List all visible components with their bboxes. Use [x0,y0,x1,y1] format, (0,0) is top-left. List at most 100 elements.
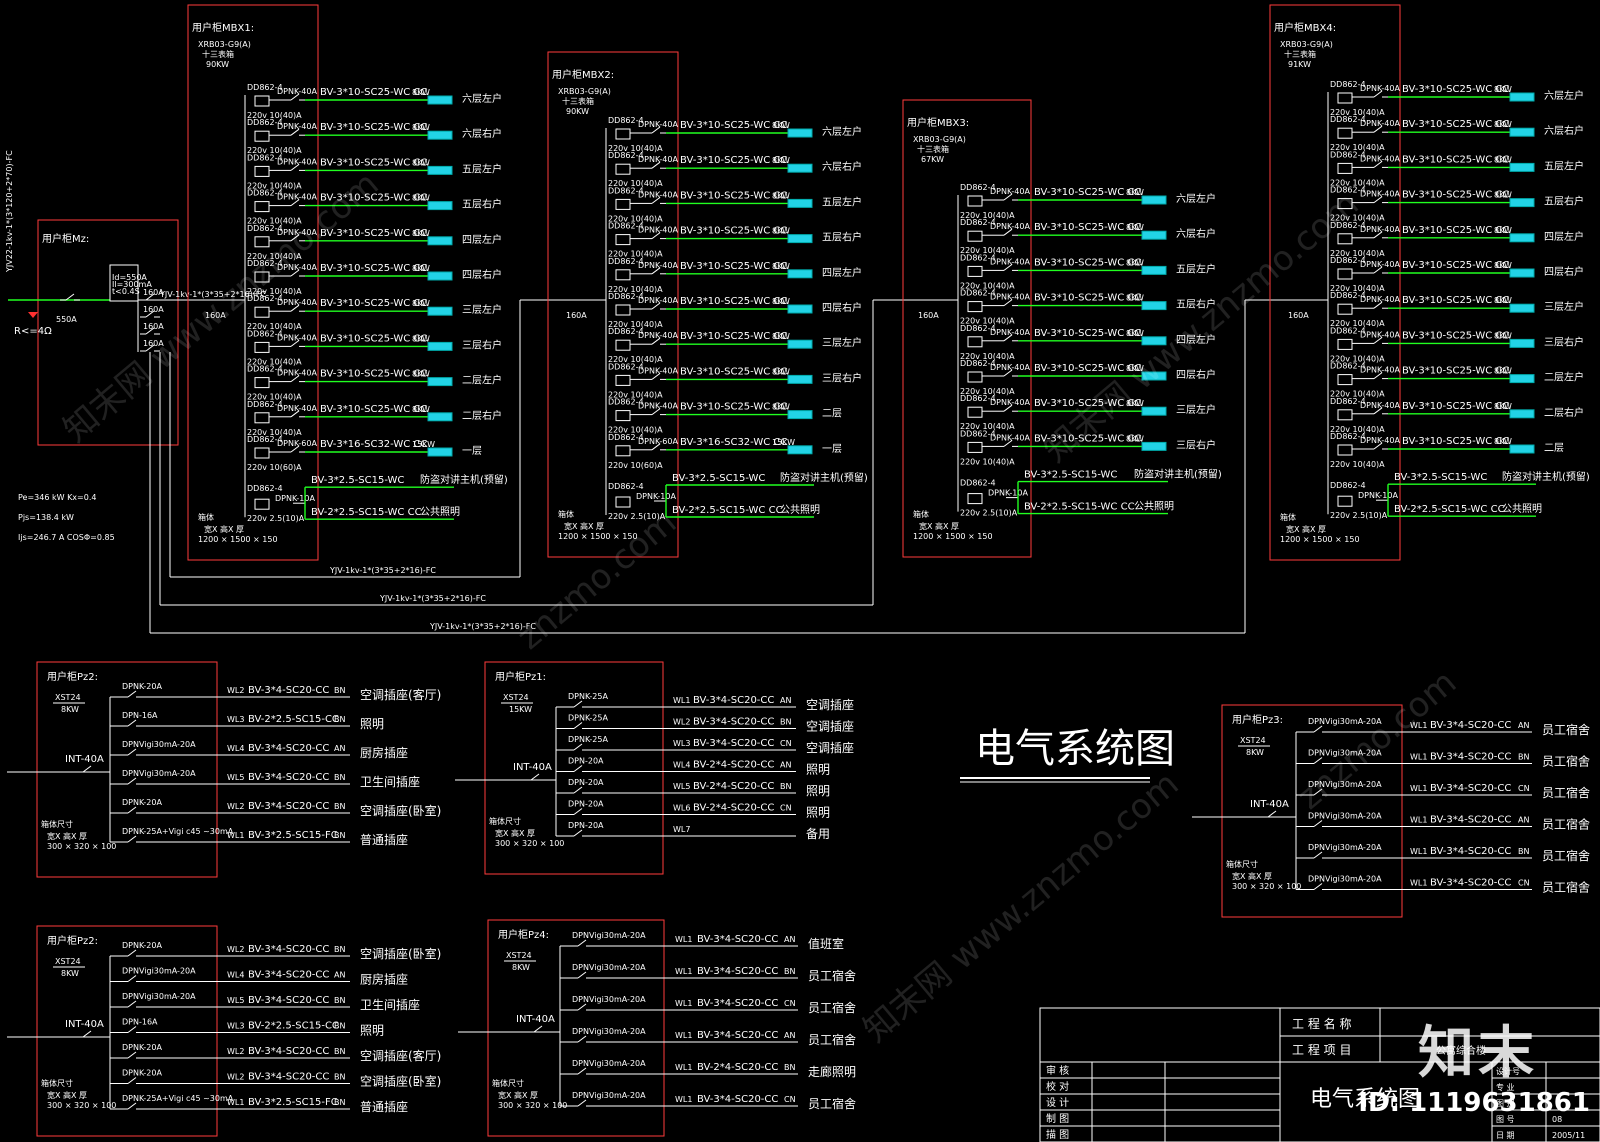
mbx-extra-rating: 220v 2.5(10)A [608,512,666,521]
pz-circuit-breaker-blade [1313,883,1323,890]
mbx-load-label: 三层右户 [822,371,862,384]
pz-size: 300 × 320 × 100 [47,842,116,851]
mbx-breaker-label: DPNK-60A [638,437,678,446]
pz-breaker-label: DPNK-20A [122,682,162,691]
mbx-extra-load: 防盗对讲主机(预留) [780,471,868,484]
mbx-load-label: 四层左户 [1544,230,1584,243]
pz-phase-label: AN [334,971,345,980]
pz-load-label: 空调插座(卧室) [360,803,441,818]
mbx-load-meter [1509,303,1535,313]
mbx-load-label: 四层左户 [822,266,862,279]
pz-phase-label: AN [784,1031,795,1040]
pz-main-breaker-label: INT-40A [65,754,104,765]
mbx-extra-meter-box [615,496,631,508]
mbx-meter-box [254,165,270,177]
pz-circuit-breaker-blade [573,829,583,837]
pz-load-label: 照明 [806,806,830,820]
mbx-title: 用户柜MBX2: [552,68,614,81]
mbx-extra-cable: BV-3*2.5-SC15-WC [311,475,404,486]
pz-breaker-label: DPNK-25A [568,714,608,723]
pz-circuit-breaker-blade [577,1099,587,1107]
mbx-kw-label: 8KW [772,262,790,271]
mbx-load-meter [1509,92,1535,102]
pz-breaker-label: DPNVigi30mA-20A [1308,749,1382,758]
pz-wl-label: WL2 [227,802,244,811]
pz-main-breaker-blade [1267,810,1277,818]
pz-wl-label: WL1 [1410,721,1427,730]
mbx-kw-label: 8KW [772,156,790,165]
pz-circuit-breaker-blade [127,949,137,957]
mbx-load-meter [787,445,813,455]
project-name-label: 工 程 名 称 [1292,1016,1351,1031]
pz-load-label: 空调插座(客厅) [360,1048,441,1063]
pz-wl-label: WL1 [675,967,692,976]
mbx-extra-meter: DD862-4 [1330,481,1366,490]
mbx-meter-box [254,412,270,424]
pz-circuit-breaker-blade [577,1035,587,1043]
pz-breaker-label: DPNK-25A [568,692,608,701]
mbx-breaker-label: DPNK-40A [277,298,317,307]
pz-breaker-label: DPNK-20A [122,798,162,807]
pz-cable-label: BV-3*4-SC20-CC [1430,720,1511,731]
pz-phase-label: BN [334,802,345,811]
mbx-incoming-breaker: 160A [205,311,226,320]
mbx-load-meter [427,412,453,422]
mbx-meter-box [615,198,631,210]
mbx-meter-box [967,265,983,277]
mbx-load-meter [427,95,453,105]
mbx-breaker-label: DPNK-40A [1360,295,1400,304]
pz-main-breaker-label: INT-40A [1250,799,1289,810]
mbx-breaker-label: DPNK-40A [277,263,317,272]
pz-circuit-breaker-blade [127,835,137,843]
mbx-extra-cable: BV-3*2.5-SC15-WC [1024,470,1117,481]
pz-cable-label: BV-3*4-SC20-CC [248,801,329,812]
mbx-breaker-label: DPNK-40A [1360,330,1400,339]
mbx-meter-box [967,371,983,383]
mbx-load-meter [1509,374,1535,384]
mbx-breaker-label: DPNK-40A [277,333,317,342]
mbx-size-cap: 宽X 高X 厚 [919,521,959,531]
mbx-extra-load: 防盗对讲主机(预留) [1502,470,1590,483]
pz-size-label: 箱体尺寸 [489,816,521,826]
pz-circuit-breaker-blade [127,748,137,756]
mbx-meter-box [1337,444,1353,456]
pz-wl-label: WL5 [673,782,690,791]
pz-phase-label: BN [334,831,345,840]
mbx-kw: 67KW [921,155,944,164]
mbx-incoming-breaker: 160A [1288,311,1309,320]
mbx-load-meter [1509,127,1535,137]
mbx-load-meter [427,130,453,140]
mbx-load-meter [427,377,453,387]
pz-cable-label: BV-3*4-SC20-CC [248,1072,329,1083]
mbx-load-meter [1509,444,1535,454]
pz-wl-label: WL1 [227,1098,244,1107]
mbx-breaker-label: DPNK-40A [990,293,1030,302]
mbx-breaker-label: DPNK-40A [638,261,678,270]
mbx-load-meter [1509,233,1535,243]
mbx-incoming-breaker: 160A [918,311,939,320]
pz-wl-label: WL3 [227,715,244,724]
mbx-meter-box [615,304,631,316]
mbx-extra-meter-box [967,493,983,505]
pz-load-label: 普通插座 [360,1099,408,1114]
mbx-meter-box [615,128,631,140]
pz-load-label: 空调插座 [806,740,854,755]
mbx-breaker-label: DPNK-40A [990,222,1030,231]
mbx-load-label: 四层右户 [822,301,862,314]
sign-row-label: 描 图 [1046,1128,1069,1141]
mbx-kw-label: 8KW [772,332,790,341]
pz-cable-label: BV-3*4-SC20-CC [1430,878,1511,889]
pz-circuit-breaker-blade [577,1003,587,1011]
pz-wl-label: WL1 [675,999,692,1008]
mbx-load-meter [1141,371,1167,381]
mbx-size: 1200 × 1500 × 150 [1280,535,1360,544]
pz-cable-label: BV-2*2.5-SC15-CC [248,1021,339,1032]
pz-cable-label: BV-3*4-SC20-CC [248,772,329,783]
trunk-cable-label: YJV-1kv-1*(3*35+2*16)-FC [379,594,486,603]
sign-row-label: 审 核 [1046,1064,1069,1077]
mbx-load-label: 三层左户 [1544,300,1584,313]
pz-load-label: 照明 [360,1024,384,1038]
pz-phase-label: BN [784,1063,795,1072]
trunk-cable-label: YJV-1kv-1*(3*35+2*16)-FC [329,566,436,575]
mbx-load-label: 五层右户 [1176,298,1216,311]
